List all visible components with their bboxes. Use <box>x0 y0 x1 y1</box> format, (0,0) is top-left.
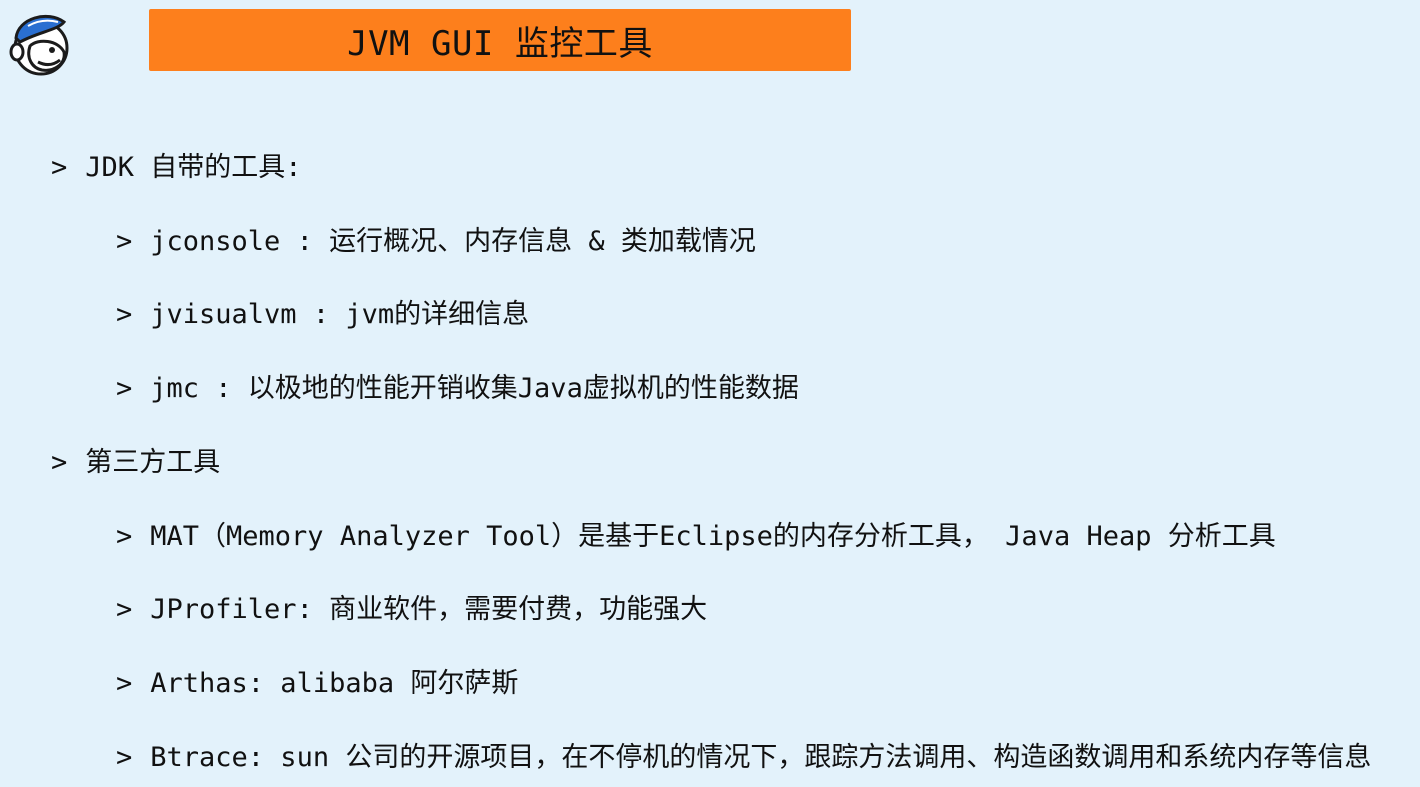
list-item-jdk-tools: > JDK 自带的工具: <box>51 150 302 186</box>
bullet-marker: > <box>116 668 133 699</box>
bullet-marker: > <box>51 152 68 183</box>
bullet-marker: > <box>116 373 133 404</box>
bullet-marker: > <box>51 447 68 478</box>
item-text: JDK 自带的工具: <box>85 152 302 183</box>
list-item-jvisualvm: > jvisualvm : jvm的详细信息 <box>116 297 529 333</box>
list-item-jconsole: > jconsole : 运行概况、内存信息 & 类加载情况 <box>116 224 756 260</box>
item-text: jconsole : 运行概况、内存信息 & 类加载情况 <box>150 226 756 257</box>
item-text: JProfiler: 商业软件，需要付费，功能强大 <box>150 594 708 625</box>
item-text: MAT（Memory Analyzer Tool）是基于Eclipse的内存分析… <box>150 521 1276 552</box>
bullet-marker: > <box>116 594 133 625</box>
bullet-marker: > <box>116 742 133 773</box>
item-text: 第三方工具 <box>85 447 221 478</box>
bullet-marker: > <box>116 226 133 257</box>
list-item-jmc: > jmc : 以极地的性能开销收集Java虚拟机的性能数据 <box>116 371 799 407</box>
page-title: JVM GUI 监控工具 <box>347 23 653 64</box>
chimp-mascot-icon <box>8 8 74 78</box>
bullet-marker: > <box>116 521 133 552</box>
item-text: Arthas: alibaba 阿尔萨斯 <box>150 668 519 699</box>
list-item-jprofiler: > JProfiler: 商业软件，需要付费，功能强大 <box>116 592 707 628</box>
bullet-marker: > <box>116 299 133 330</box>
list-item-btrace: > Btrace: sun 公司的开源项目，在不停机的情况下，跟踪方法调用、构造函… <box>116 740 1371 776</box>
list-item-mat: > MAT（Memory Analyzer Tool）是基于Eclipse的内存分… <box>116 519 1276 555</box>
title-banner: JVM GUI 监控工具 <box>149 9 851 71</box>
list-item-arthas: > Arthas: alibaba 阿尔萨斯 <box>116 666 518 702</box>
item-text: jmc : 以极地的性能开销收集Java虚拟机的性能数据 <box>150 373 799 404</box>
item-text: jvisualvm : jvm的详细信息 <box>150 299 530 330</box>
list-item-third-party: > 第三方工具 <box>51 445 220 481</box>
item-text: Btrace: sun 公司的开源项目，在不停机的情况下，跟踪方法调用、构造函数… <box>150 742 1372 773</box>
